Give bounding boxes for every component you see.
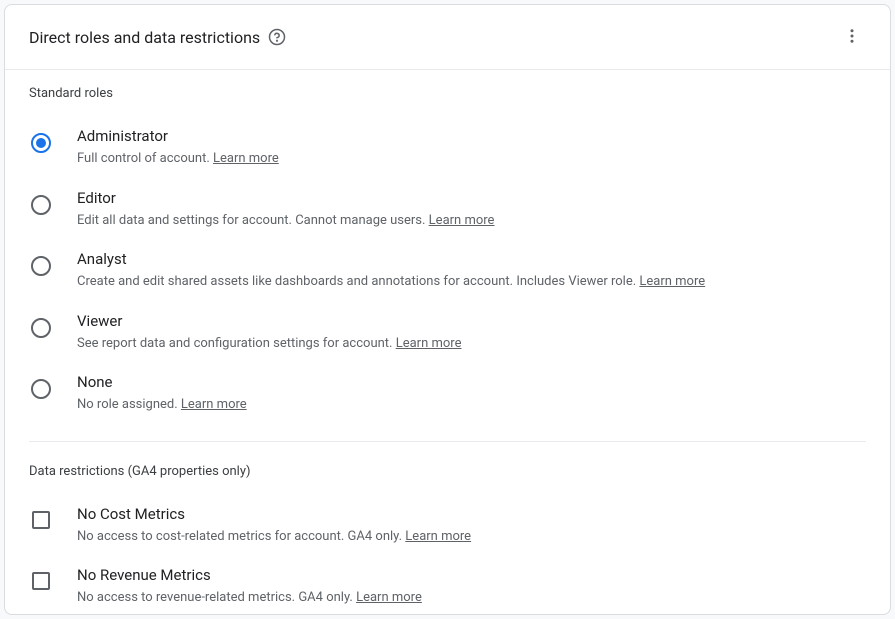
role-description: Edit all data and settings for account. … [77,211,866,231]
learn-more-link[interactable]: Learn more [639,274,705,289]
radio-analyst[interactable] [31,256,51,276]
restriction-option-no-cost[interactable]: No Cost Metrics No access to cost-relate… [29,495,866,557]
help-icon[interactable] [268,28,286,46]
radio-none[interactable] [31,379,51,399]
learn-more-link[interactable]: Learn more [396,336,462,351]
role-option-editor[interactable]: Editor Edit all data and settings for ac… [29,179,866,241]
role-title: Editor [77,189,866,207]
role-title: Analyst [77,250,866,268]
learn-more-link[interactable]: Learn more [405,529,471,544]
role-description: See report data and configuration settin… [77,334,866,354]
learn-more-link[interactable]: Learn more [213,151,279,166]
role-option-analyst[interactable]: Analyst Create and edit shared assets li… [29,240,866,302]
standard-roles-section: Standard roles Administrator Full contro… [5,70,890,435]
radio-viewer[interactable] [31,318,51,338]
restriction-description: No access to cost-related metrics for ac… [77,527,866,547]
role-description: No role assigned. Learn more [77,395,866,415]
section-divider [29,441,866,442]
restriction-option-no-revenue[interactable]: No Revenue Metrics No access to revenue-… [29,556,866,615]
role-title: Viewer [77,312,866,330]
role-description: Full control of account. Learn more [77,149,866,169]
learn-more-link[interactable]: Learn more [429,213,495,228]
radio-editor[interactable] [31,195,51,215]
checkbox-no-revenue[interactable] [32,572,50,590]
restriction-description: No access to revenue-related metrics. GA… [77,588,866,608]
role-option-viewer[interactable]: Viewer See report data and configuration… [29,302,866,364]
role-title: Administrator [77,127,866,145]
role-option-administrator[interactable]: Administrator Full control of account. L… [29,117,866,179]
data-restrictions-section: Data restrictions (GA4 properties only) … [5,448,890,616]
panel-header: Direct roles and data restrictions [5,5,890,70]
role-description: Create and edit shared assets like dashb… [77,272,866,292]
checkbox-no-cost[interactable] [32,511,50,529]
restriction-title: No Revenue Metrics [77,566,866,584]
learn-more-link[interactable]: Learn more [356,590,422,605]
panel-title-wrap: Direct roles and data restrictions [29,28,286,47]
roles-panel: Direct roles and data restrictions Stand… [4,4,891,615]
standard-roles-title: Standard roles [29,86,866,101]
panel-title: Direct roles and data restrictions [29,28,260,47]
role-title: None [77,373,866,391]
more-vert-icon [843,27,861,48]
role-option-none[interactable]: None No role assigned. Learn more [29,363,866,425]
restriction-title: No Cost Metrics [77,505,866,523]
data-restrictions-title: Data restrictions (GA4 properties only) [29,464,866,479]
more-menu-button[interactable] [834,19,870,55]
radio-administrator[interactable] [31,133,51,153]
learn-more-link[interactable]: Learn more [181,397,247,412]
